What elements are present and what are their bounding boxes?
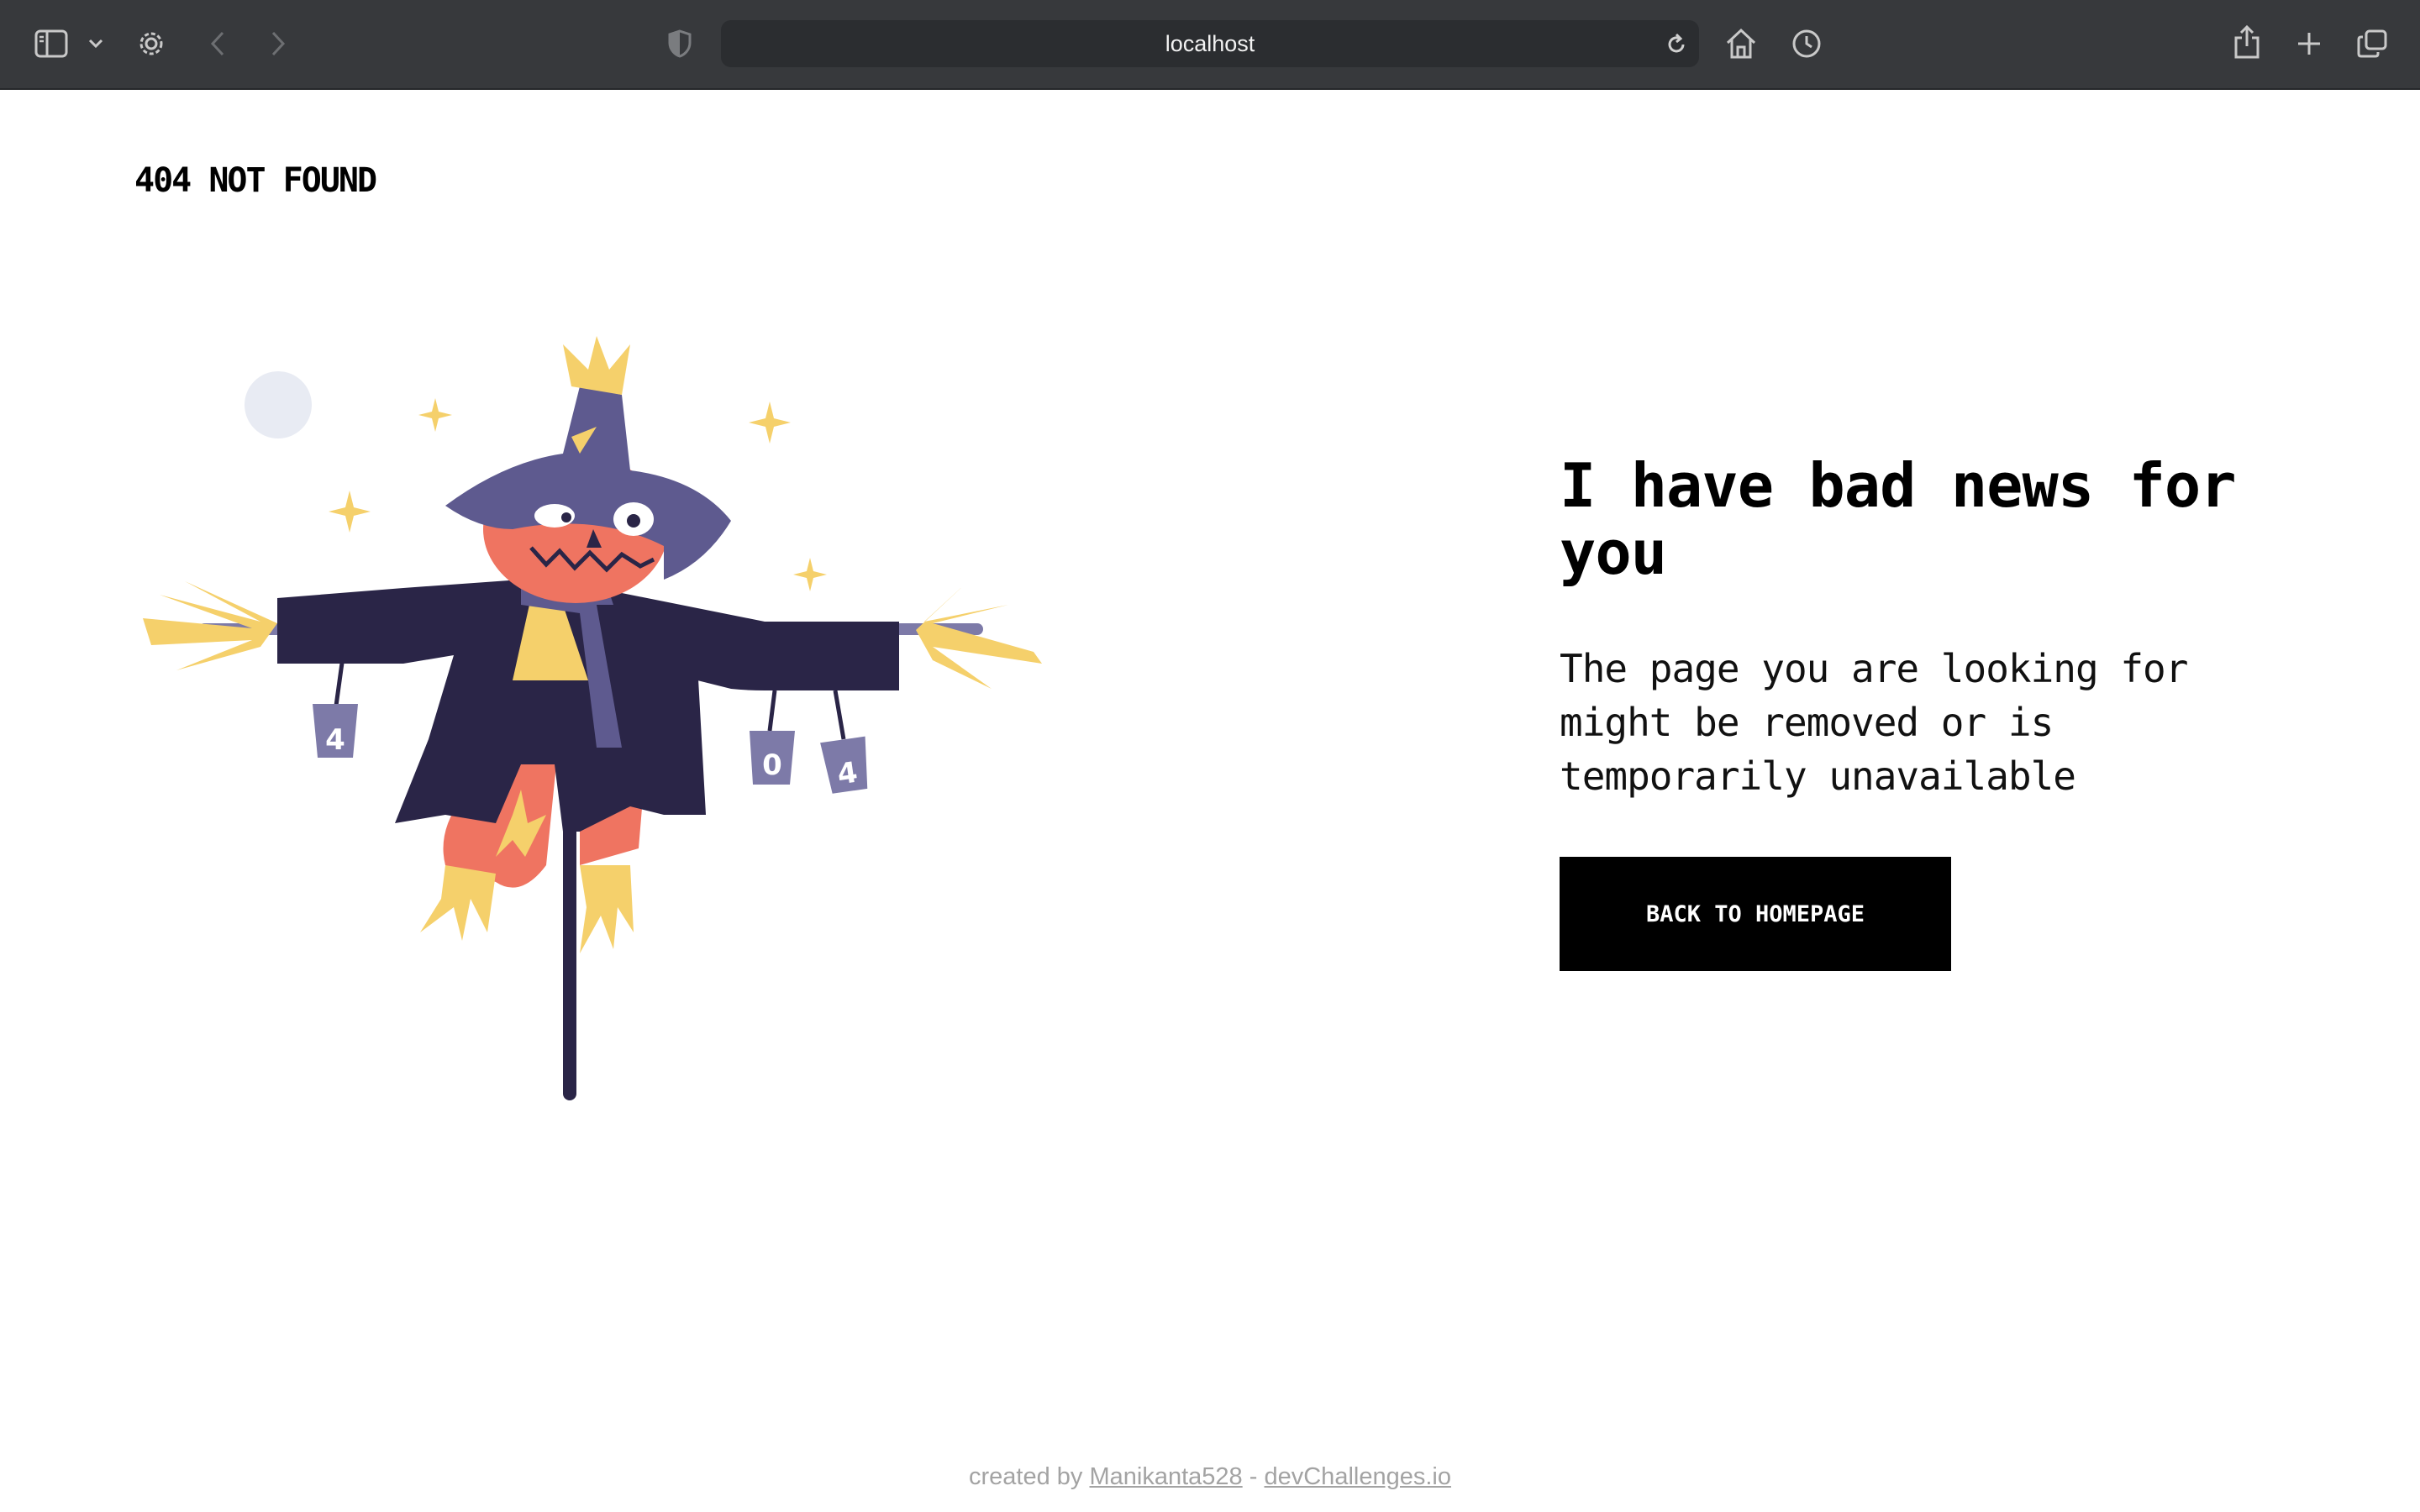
footer-prefix: created by bbox=[969, 1463, 1083, 1490]
footer: created by Manikanta528 - devChallenges.… bbox=[0, 1463, 2420, 1491]
back-to-homepage-button[interactable]: BACK TO HOMEPAGE bbox=[1560, 857, 1951, 971]
reload-icon[interactable] bbox=[1664, 32, 1689, 57]
scarecrow-illustration: 4 0 4 bbox=[126, 328, 1050, 1117]
footer-separator: - bbox=[1249, 1463, 1258, 1490]
sidebar-icon[interactable] bbox=[34, 28, 69, 60]
devchallenges-link[interactable]: devChallenges.io bbox=[1264, 1463, 1450, 1490]
share-icon[interactable] bbox=[2230, 24, 2264, 60]
forward-arrow-icon[interactable] bbox=[266, 27, 291, 60]
history-icon[interactable] bbox=[1790, 27, 1823, 60]
svg-text:0: 0 bbox=[762, 748, 782, 782]
can-4-left: 4 bbox=[313, 704, 358, 758]
moon-icon bbox=[245, 371, 312, 438]
gear-icon[interactable] bbox=[134, 27, 168, 60]
address-text[interactable]: localhost bbox=[721, 20, 1699, 67]
plus-icon[interactable] bbox=[2292, 27, 2326, 60]
browser-toolbar: localhost bbox=[0, 0, 2420, 90]
back-arrow-icon[interactable] bbox=[205, 27, 230, 60]
can-0-middle: 0 bbox=[750, 731, 795, 785]
tabs-overview-icon[interactable] bbox=[2354, 27, 2390, 60]
svg-text:4: 4 bbox=[325, 723, 345, 757]
chevron-down-icon[interactable] bbox=[86, 34, 106, 54]
can-4-right: 4 bbox=[820, 736, 868, 794]
author-link[interactable]: Manikanta528 bbox=[1090, 1463, 1243, 1490]
site-title: 404 NOT FOUND bbox=[134, 161, 377, 200]
address-bar[interactable]: localhost bbox=[721, 20, 1699, 67]
home-icon[interactable] bbox=[1723, 25, 1760, 62]
error-description: The page you are looking for might be re… bbox=[1560, 646, 2188, 799]
error-heading: I have bad news for you bbox=[1560, 450, 2237, 588]
shield-icon[interactable] bbox=[666, 27, 694, 60]
